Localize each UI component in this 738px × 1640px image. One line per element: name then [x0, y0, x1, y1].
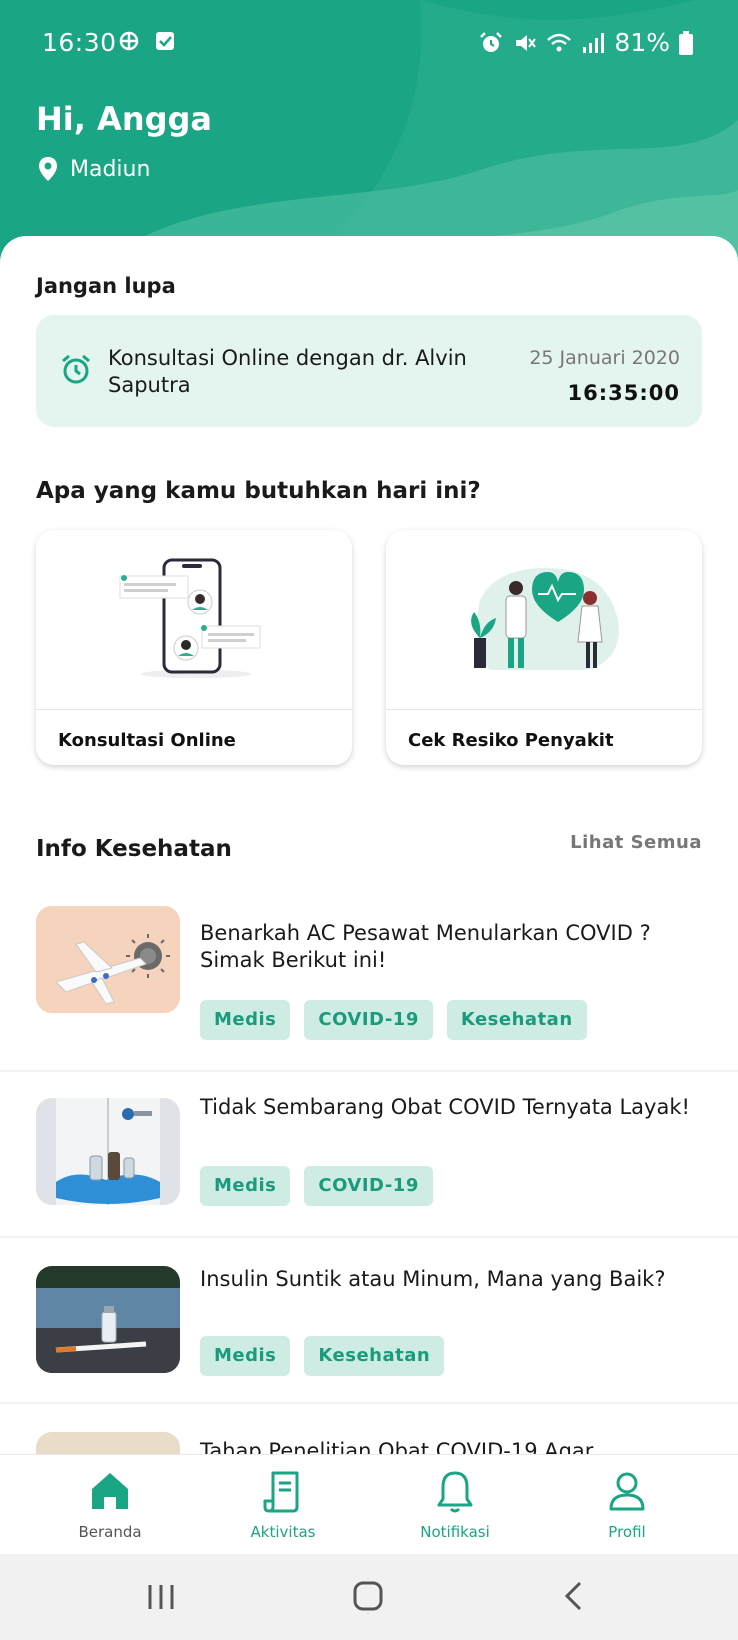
article-item[interactable]: Insulin Suntik atau Minum, Mana yang Bai…: [0, 1238, 738, 1404]
tag-medis[interactable]: Medis: [200, 1336, 291, 1376]
alarm-clock-icon: [62, 354, 90, 384]
article-item[interactable]: Tidak Sembarang Obat COVID Ternyata Laya…: [0, 1072, 738, 1238]
research-image: [36, 1432, 180, 1454]
wifi-icon: [547, 33, 572, 51]
back-icon[interactable]: [562, 1580, 586, 1612]
status-time: 16:30: [42, 28, 117, 57]
tag-covid-19[interactable]: COVID-19: [304, 1166, 433, 1206]
see-all-link[interactable]: Lihat Semua: [570, 832, 702, 853]
system-nav-bar: [0, 1554, 738, 1640]
recent-apps-icon[interactable]: [146, 1582, 176, 1612]
reminder-date: 25 Januari 2020: [529, 347, 680, 369]
bell-icon: [437, 1471, 473, 1513]
service-card-label: Konsultasi Online: [58, 730, 236, 751]
reminder-text: Konsultasi Online dengan dr. Alvin Saput…: [108, 346, 467, 397]
reminder-section-title: Jangan lupa: [36, 274, 176, 298]
alarm-status-icon: [480, 31, 503, 52]
article-tags: Medis Kesehatan: [200, 1336, 445, 1376]
article-title: Tidak Sembarang Obat COVID Ternyata Laya…: [200, 1095, 690, 1119]
nav-item-beranda[interactable]: Beranda: [40, 1467, 180, 1541]
tag-kesehatan[interactable]: Kesehatan: [446, 1000, 587, 1040]
service-card-label: Cek Resiko Penyakit: [408, 730, 614, 751]
article-title: Tahap Penelitian Obat COVID-19 Agar: [200, 1439, 594, 1454]
nav-label: Aktivitas: [250, 1523, 316, 1541]
signal-icon: [583, 32, 605, 53]
battery-icon: [679, 30, 693, 55]
bottom-nav: Beranda Aktivitas Notifikasi Profil: [0, 1454, 738, 1554]
insulin-syringe-image: [36, 1266, 180, 1373]
sync-icon: [119, 31, 139, 51]
chat-phone-illustration: [119, 558, 261, 678]
checkbox-notification-icon: [156, 32, 174, 50]
article-title: Insulin Suntik atau Minum, Mana yang Bai…: [200, 1267, 666, 1291]
receipt-icon: [263, 1471, 299, 1513]
service-card-konsultasi[interactable]: Konsultasi Online: [36, 530, 352, 765]
home-button-icon[interactable]: [352, 1580, 384, 1612]
article-tags: Medis COVID-19: [200, 1166, 433, 1206]
gloved-hands-vials-image: [36, 1098, 180, 1205]
nav-item-notifikasi[interactable]: Notifikasi: [385, 1467, 525, 1541]
status-bar: 16:30 81%: [0, 22, 738, 66]
nav-label: Beranda: [78, 1523, 142, 1541]
article-tags: Medis COVID-19 Kesehatan: [200, 1000, 587, 1040]
article-title: Benarkah AC Pesawat Menularkan COVID ? S…: [200, 921, 651, 972]
mute-icon: [516, 34, 537, 51]
services-section-title: Apa yang kamu butuhkan hari ini?: [36, 478, 481, 504]
location[interactable]: Madiun: [38, 156, 150, 182]
tag-kesehatan[interactable]: Kesehatan: [304, 1336, 445, 1376]
greeting: Hi, Angga: [36, 100, 212, 138]
service-card-cek-resiko[interactable]: Cek Resiko Penyakit: [386, 530, 702, 765]
article-item[interactable]: Benarkah AC Pesawat Menularkan COVID ? S…: [0, 890, 738, 1072]
nav-item-profil[interactable]: Profil: [557, 1467, 697, 1541]
tag-medis[interactable]: Medis: [200, 1000, 291, 1040]
battery-percent: 81%: [614, 28, 670, 57]
nav-item-aktivitas[interactable]: Aktivitas: [213, 1467, 353, 1541]
doctors-heart-illustration: [471, 568, 619, 670]
article-item[interactable]: Tahap Penelitian Obat COVID-19 Agar: [0, 1404, 738, 1454]
header: 16:30 81% Hi, Angga Madiun: [0, 0, 738, 270]
user-icon: [609, 1472, 645, 1511]
tag-covid-19[interactable]: COVID-19: [304, 1000, 433, 1040]
reminder-card[interactable]: Konsultasi Online dengan dr. Alvin Saput…: [36, 315, 702, 427]
reminder-time: 16:35:00: [567, 381, 680, 405]
location-label: Madiun: [70, 156, 151, 182]
tag-medis[interactable]: Medis: [200, 1166, 291, 1206]
airplane-virus-image: [36, 906, 180, 1013]
home-icon: [92, 1473, 128, 1509]
nav-label: Profil: [608, 1523, 646, 1541]
nav-label: Notifikasi: [420, 1523, 490, 1541]
location-pin-icon: [39, 157, 57, 181]
info-section-title: Info Kesehatan: [36, 836, 232, 862]
